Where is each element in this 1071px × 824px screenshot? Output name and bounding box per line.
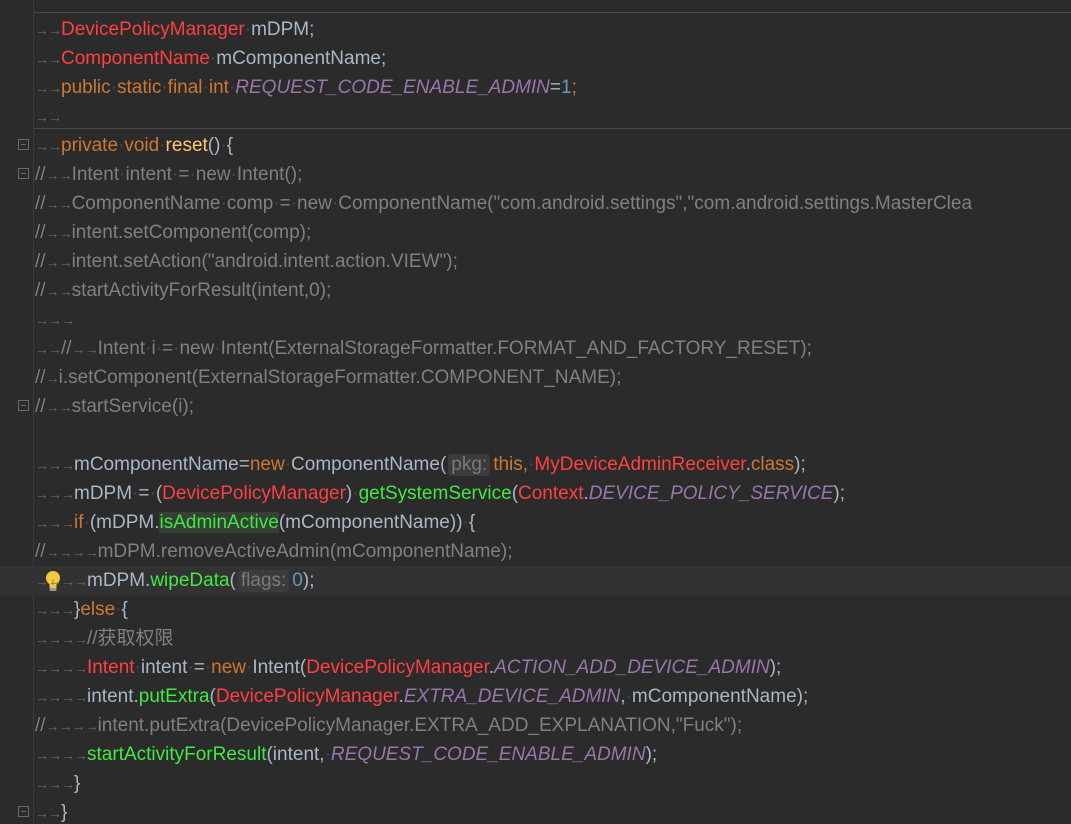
code-line[interactable]: →→→}else·{ — [0, 595, 1071, 624]
code-line[interactable]: →→→} — [0, 769, 1071, 798]
code-line[interactable]: →→→if·(mDPM.isAdminActive(mComponentName… — [0, 508, 1071, 537]
code-line[interactable]: →→DevicePolicyManager·mDPM; — [0, 15, 1071, 44]
method-separator — [34, 12, 1071, 13]
fold-icon[interactable] — [18, 806, 29, 817]
code-line[interactable]: →→ — [0, 102, 1071, 131]
code-line[interactable]: //→→intent.setComponent(comp); — [0, 218, 1071, 247]
fold-icon[interactable] — [18, 139, 29, 150]
code-editor[interactable]: →→DevicePolicyManager·mDPM; →→ComponentN… — [0, 0, 1071, 824]
code-line-current[interactable]: →→→→mDPM.wipeData(flags: 0); — [0, 566, 1071, 595]
code-line[interactable]: →→//→→Intent·i·=·new·Intent(ExternalStor… — [0, 334, 1071, 363]
fold-icon[interactable] — [18, 400, 29, 411]
code-line[interactable]: //→→→→intent.putExtra(DevicePolicyManage… — [0, 711, 1071, 740]
code-line[interactable]: →→→→//获取权限 — [0, 624, 1071, 653]
code-line[interactable]: //→→startActivityForResult(intent,0); — [0, 276, 1071, 305]
code-line[interactable]: →→→mDPM·=·(DevicePolicyManager)·getSyste… — [0, 479, 1071, 508]
code-line[interactable] — [0, 421, 1071, 450]
code-line[interactable]: →→→→startActivityForResult(intent,·REQUE… — [0, 740, 1071, 769]
code-line[interactable]: →→ComponentName·mComponentName; — [0, 44, 1071, 73]
code-line[interactable]: →→→mComponentName=new·ComponentName(pkg:… — [0, 450, 1071, 479]
code-line[interactable]: //→→intent.setAction("android.intent.act… — [0, 247, 1071, 276]
parameter-hint: pkg: — [448, 454, 491, 476]
code-line[interactable]: →→} — [0, 798, 1071, 824]
code-line[interactable]: →→→→Intent·intent·=·new·Intent(DevicePol… — [0, 653, 1071, 682]
code-line[interactable]: //→i.setComponent(ExternalStorageFormatt… — [0, 363, 1071, 392]
code-line[interactable]: //→→→→mDPM.removeActiveAdmin(mComponentN… — [0, 537, 1071, 566]
code-line[interactable]: →→private·void·reset()·{ — [0, 131, 1071, 160]
fold-icon[interactable] — [18, 168, 29, 179]
code-line[interactable]: →→→ — [0, 305, 1071, 334]
code-line[interactable]: //→→Intent·intent·=·new·Intent(); — [0, 160, 1071, 189]
code-line[interactable]: →→→→intent.putExtra(DevicePolicyManager.… — [0, 682, 1071, 711]
parameter-hint: flags: — [237, 570, 290, 592]
code-line[interactable]: //→→startService(i); — [0, 392, 1071, 421]
code-line[interactable]: →→public·static·final·int·REQUEST_CODE_E… — [0, 73, 1071, 102]
code-line[interactable]: //→→ComponentName·comp·=·new·ComponentNa… — [0, 189, 1071, 218]
